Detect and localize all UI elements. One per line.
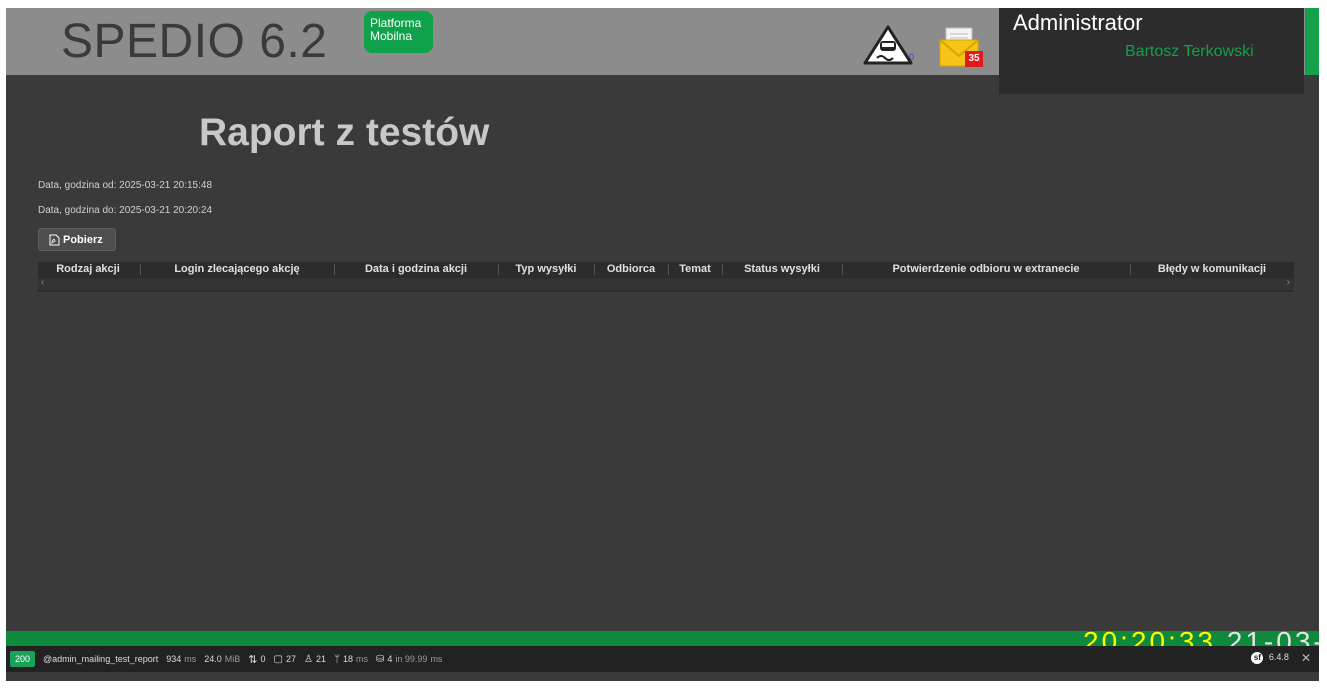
twig-panel[interactable]: ᛘ 18 ms xyxy=(334,654,368,665)
user-menu[interactable]: Administrator Bartosz Terkowski xyxy=(999,8,1304,94)
warning-count: 0 xyxy=(909,52,915,62)
footer-date: 21-03-2025 xyxy=(1227,631,1319,646)
form-icon: ▢ xyxy=(273,653,283,665)
date-from-text: Data, godzina od: 2025-03-21 20:15:48 xyxy=(38,180,213,191)
column-separator xyxy=(594,264,595,275)
column-separator xyxy=(334,264,335,275)
render-time-unit: ms xyxy=(356,654,368,664)
route-name[interactable]: @admin_mailing_test_report xyxy=(43,654,158,664)
column-header[interactable]: Błędy w komunikacji xyxy=(1132,262,1292,276)
column-header[interactable]: Typ wysyłki xyxy=(500,262,592,276)
security-panel[interactable]: ♙ 21 xyxy=(304,654,326,665)
slippery-road-warning-icon[interactable] xyxy=(863,25,913,65)
close-icon[interactable]: ✕ xyxy=(1301,651,1311,665)
user-icon: ♙ xyxy=(304,653,313,665)
status-code-badge[interactable]: 200 xyxy=(10,651,36,667)
security-count: 21 xyxy=(315,654,326,664)
horizontal-scrollbar[interactable]: ‹ › xyxy=(38,277,1294,290)
download-label: Pobierz xyxy=(63,233,103,246)
column-separator xyxy=(668,264,669,275)
app-window: SPEDIO 6.2 Platforma Mobilna 0 35 Admini… xyxy=(6,8,1319,681)
column-separator xyxy=(722,264,723,275)
twig-icon: ᛘ xyxy=(333,653,340,665)
symfony-version[interactable]: sf 6.4.8 xyxy=(1251,652,1289,664)
column-separator xyxy=(842,264,843,275)
mobile-platform-badge[interactable]: Platforma Mobilna xyxy=(364,11,433,53)
debug-toolbar: 200 @admin_mailing_test_report 934 ms 24… xyxy=(6,646,1319,672)
column-header[interactable]: Potwierdzenie odbioru w extranecie xyxy=(844,262,1128,276)
memory-unit: MiB xyxy=(224,654,241,664)
memory-value: 24.0 xyxy=(204,654,222,664)
request-time-unit: ms xyxy=(184,654,197,664)
scroll-left-icon[interactable]: ‹ xyxy=(41,277,44,288)
database-panel[interactable]: ⛁ 4 in 99.99 ms xyxy=(376,654,442,665)
request-time-value: 934 xyxy=(166,654,182,664)
table-header: Rodzaj akcji Login zlecającego akcję Dat… xyxy=(38,262,1294,276)
forms-panel[interactable]: ▢ 27 xyxy=(274,654,296,665)
symfony-version-text: 6.4.8 xyxy=(1268,652,1289,662)
render-time: 18 xyxy=(342,654,353,664)
column-header[interactable]: Login zlecającego akcję xyxy=(142,262,332,276)
arrows-updown-icon: ⇅ xyxy=(248,653,258,666)
http-requests-count: 0 xyxy=(260,654,266,664)
request-time[interactable]: 934 ms xyxy=(166,654,196,664)
user-role: Administrator xyxy=(1013,10,1143,35)
toolbar-right: sf 6.4.8 ✕ xyxy=(1251,651,1311,665)
column-header[interactable]: Odbiorca xyxy=(596,262,666,276)
column-separator xyxy=(498,264,499,275)
bottom-area xyxy=(6,672,1319,681)
http-requests[interactable]: ⇅ 0 xyxy=(248,653,265,666)
db-time-unit: ms xyxy=(430,654,443,664)
accent-strip xyxy=(1305,8,1319,75)
pdf-file-icon xyxy=(49,234,60,245)
database-icon: ⛁ xyxy=(376,653,385,665)
footer-clock-area: 20:20:33 21-03-2025 xyxy=(1083,631,1319,646)
column-separator xyxy=(1130,264,1131,275)
badge-line-2: Mobilna xyxy=(370,29,413,43)
symfony-logo-icon: sf xyxy=(1251,652,1264,664)
memory-usage[interactable]: 24.0 MiB xyxy=(204,654,240,664)
top-bar: SPEDIO 6.2 Platforma Mobilna 0 35 Admini… xyxy=(6,8,1319,94)
column-separator xyxy=(140,264,141,275)
report-table: Rodzaj akcji Login zlecającego akcję Dat… xyxy=(38,262,1294,292)
forms-count: 27 xyxy=(285,654,296,664)
app-logo[interactable]: SPEDIO 6.2 xyxy=(61,14,327,70)
mail-count-badge: 35 xyxy=(965,51,983,67)
column-header[interactable]: Rodzaj akcji xyxy=(38,262,138,276)
db-time: in 99.99 xyxy=(395,654,428,664)
scroll-right-icon[interactable]: › xyxy=(1287,277,1290,288)
download-pdf-button[interactable]: Pobierz xyxy=(38,228,116,251)
footer-time: 20:20:33 xyxy=(1083,631,1216,646)
db-queries-count: 4 xyxy=(387,654,393,664)
column-header[interactable]: Status wysyłki xyxy=(724,262,840,276)
footer-clock-text: 20:20:33 21-03-2025 xyxy=(1083,631,1319,646)
date-to-text: Data, godzina do: 2025-03-21 20:20:24 xyxy=(38,205,213,216)
column-header[interactable]: Temat xyxy=(670,262,720,276)
page-title: Raport z testów xyxy=(199,111,490,154)
column-header[interactable]: Data i godzina akcji xyxy=(336,262,496,276)
user-name: Bartosz Terkowski xyxy=(1125,43,1254,60)
